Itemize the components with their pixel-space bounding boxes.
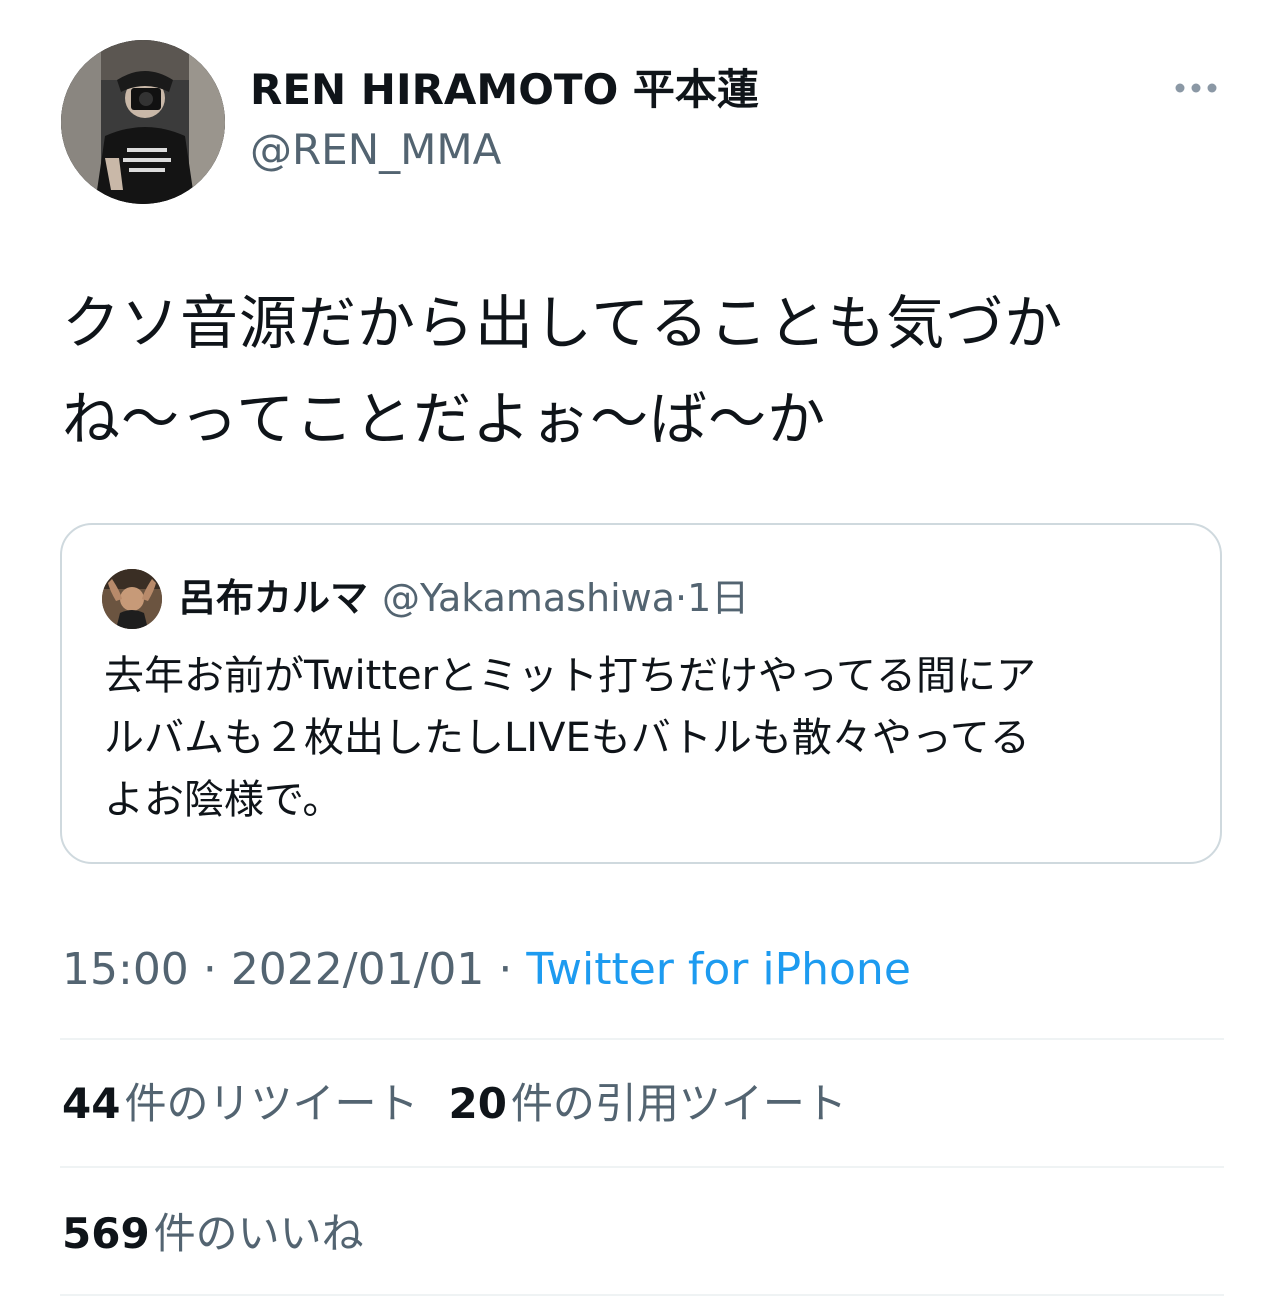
divider [60, 1038, 1224, 1040]
quoted-tweet-header: 呂布カルマ @Yakamashiwa·1日 [178, 573, 749, 623]
quoted-tweet-text: 去年お前がTwitterとミット打ちだけやってる間にア ルバムも２枚出したしLI… [104, 653, 1037, 823]
retweets-label: 件のリツイート [124, 1079, 419, 1128]
divider [60, 1166, 1224, 1168]
more-options-button[interactable] [1172, 70, 1220, 106]
quoted-tweet-card[interactable]: 呂布カルマ @Yakamashiwa·1日 去年お前がTwitterとミット打ちだ… [60, 523, 1222, 864]
tweet-source-link[interactable]: Twitter for iPhone [526, 944, 910, 995]
retweet-stats-row: 44件のリツイート 20件の引用ツイート [62, 1076, 847, 1132]
more-horizontal-icon [1175, 83, 1217, 93]
tweet-time[interactable]: 15:00 [62, 944, 189, 995]
quote-tweets-count: 20 [448, 1079, 507, 1128]
quoted-author-avatar[interactable] [102, 569, 162, 629]
likes-stat[interactable]: 569件のいいね [62, 1209, 364, 1258]
tweet-meta: 15:00 · 2022/01/01 · Twitter for iPhone [62, 940, 911, 1000]
quoted-author-avatar-image [102, 569, 162, 629]
quoted-author-name[interactable]: 呂布カルマ [178, 576, 368, 620]
meta-separator: · [202, 944, 217, 995]
quote-tweets-label: 件の引用ツイート [510, 1079, 847, 1128]
quoted-separator: · [675, 576, 688, 620]
author-avatar[interactable] [61, 40, 225, 204]
quote-tweets-stat[interactable]: 20件の引用ツイート [448, 1079, 846, 1128]
tweet-text: クソ音源だから出してることも気づか ね〜ってことだよぉ〜ば〜か [62, 289, 1064, 453]
likes-label: 件のいいね [153, 1209, 364, 1258]
quoted-author-handle[interactable]: @Yakamashiwa [382, 576, 675, 620]
author-avatar-image [61, 40, 225, 204]
likes-count: 569 [62, 1209, 150, 1258]
quoted-timestamp[interactable]: 1日 [687, 576, 749, 620]
likes-stats-row: 569件のいいね [62, 1206, 364, 1262]
meta-separator: · [498, 944, 513, 995]
retweets-stat[interactable]: 44件のリツイート [62, 1079, 418, 1128]
tweet-date[interactable]: 2022/01/01 [231, 944, 485, 995]
retweets-count: 44 [62, 1079, 121, 1128]
author-display-name[interactable]: REN HIRAMOTO 平本蓮 [250, 64, 759, 116]
author-handle[interactable]: @REN_MMA [250, 124, 501, 176]
divider [60, 1294, 1224, 1296]
